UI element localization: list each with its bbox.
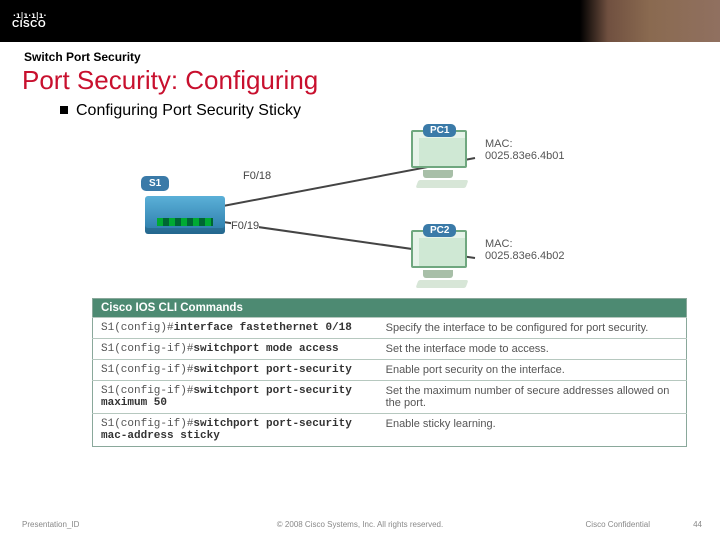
pc1-icon: PC1 (405, 130, 475, 186)
topology-diagram: S1 F0/18 F0/19 PC1 PC2 MAC:0025.83e6.4b0… (125, 130, 595, 290)
pc1-badge: PC1 (423, 124, 456, 137)
switch-icon (145, 196, 225, 234)
bullet-marker (60, 106, 68, 114)
cli-commands-table: Cisco IOS CLI Commands S1(config)#interf… (92, 298, 687, 447)
footer-pid: Presentation_ID (22, 520, 79, 529)
slide-footer: Presentation_ID © 2008 Cisco Systems, In… (0, 520, 720, 534)
pc1-mac: MAC:0025.83e6.4b01 (485, 138, 595, 162)
slide-title: Port Security: Configuring (22, 65, 698, 96)
slide-eyebrow: Switch Port Security (24, 50, 698, 64)
footer-page: 44 (693, 520, 702, 529)
switch-badge: S1 (141, 176, 169, 191)
table-row: S1(config-if)#switchport port-security m… (93, 381, 687, 414)
port-label-b: F0/19 (231, 220, 259, 232)
table-row: S1(config-if)#switchport mode access Set… (93, 339, 687, 360)
bullet-text: Configuring Port Security Sticky (76, 102, 301, 119)
bullet-item: Configuring Port Security Sticky (60, 102, 698, 120)
pc2-mac: MAC:0025.83e6.4b02 (485, 238, 595, 262)
table-row: S1(config)#interface fastethernet 0/18 S… (93, 318, 687, 339)
table-row: S1(config-if)#switchport port-security m… (93, 414, 687, 447)
pc2-badge: PC2 (423, 224, 456, 237)
footer-copy: © 2008 Cisco Systems, Inc. All rights re… (277, 520, 443, 529)
table-row: S1(config-if)#switchport port-security E… (93, 360, 687, 381)
pc2-icon: PC2 (405, 230, 475, 286)
table-header: Cisco IOS CLI Commands (93, 299, 687, 318)
banner-photo (580, 0, 720, 42)
top-banner: ·ı|ı·ı|ı· CISCO (0, 0, 720, 42)
footer-conf: Cisco Confidential (586, 520, 650, 529)
cisco-logo: ·ı|ı·ı|ı· CISCO (12, 12, 46, 30)
port-label-a: F0/18 (243, 170, 271, 182)
